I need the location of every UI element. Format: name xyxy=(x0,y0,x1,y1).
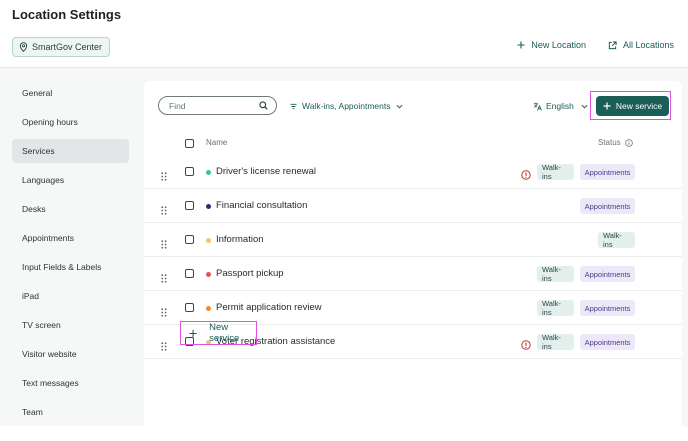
sidebar-item-label: Appointments xyxy=(22,233,74,243)
drag-handle-icon[interactable] xyxy=(161,202,167,220)
new-location-button[interactable]: New Location xyxy=(517,40,586,50)
sidebar-item-label: Visitor website xyxy=(22,349,77,359)
filter-icon xyxy=(290,103,297,109)
sidebar-item-input-fields[interactable]: Input Fields & Labels xyxy=(12,255,129,279)
page-title: Location Settings xyxy=(12,7,122,22)
sidebar-item-ipad[interactable]: iPad xyxy=(12,284,129,308)
map-pin-icon xyxy=(19,42,28,52)
external-link-icon xyxy=(608,40,617,49)
appointments-badge: Appointments xyxy=(580,164,635,180)
new-service-button[interactable]: New service xyxy=(596,96,669,116)
sidebar-item-team[interactable]: Team xyxy=(12,400,129,424)
drag-handle-icon[interactable] xyxy=(161,304,167,322)
drag-handle-icon[interactable] xyxy=(161,168,167,186)
sidebar-item-desks[interactable]: Desks xyxy=(12,197,129,221)
row-checkbox[interactable] xyxy=(185,269,194,278)
service-name[interactable]: Information xyxy=(216,234,264,245)
appointments-badge: Appointments xyxy=(580,334,635,350)
sidebar-item-text-messages[interactable]: Text messages xyxy=(12,371,129,395)
select-all-checkbox[interactable] xyxy=(185,139,194,148)
location-chip-label: SmartGov Center xyxy=(32,42,103,52)
sidebar-item-label: Desks xyxy=(22,204,46,214)
sidebar-item-general[interactable]: General xyxy=(12,81,129,105)
service-name[interactable]: Permit application review xyxy=(216,302,322,313)
top-bar: Location Settings SmartGov Center New Lo… xyxy=(0,0,688,68)
appointments-badge: Appointments xyxy=(580,198,635,214)
walk-ins-badge: Walk-ins xyxy=(537,299,574,317)
row-checkbox[interactable] xyxy=(185,167,194,176)
sidebar-item-label: General xyxy=(22,88,53,98)
translate-icon xyxy=(533,102,542,110)
language-label: English xyxy=(546,101,574,111)
sidebar-item-label: Input Fields & Labels xyxy=(22,262,102,272)
row-checkbox[interactable] xyxy=(185,201,194,210)
sidebar-item-label: Team xyxy=(22,407,43,417)
sidebar-item-label: iPad xyxy=(22,291,40,301)
warning-icon[interactable] xyxy=(521,337,531,355)
walk-ins-badge: Walk-ins xyxy=(598,231,635,249)
sidebar-item-appointments[interactable]: Appointments xyxy=(12,226,129,250)
add-service-label: New service xyxy=(209,322,240,344)
walk-ins-badge: Walk-ins xyxy=(537,265,574,283)
all-locations-link[interactable]: All Locations xyxy=(608,40,674,50)
table-row[interactable]: Permit application review Walk-ins Appoint… xyxy=(144,291,682,325)
plus-icon xyxy=(517,41,525,49)
service-name[interactable]: Financial consultation xyxy=(216,200,307,211)
new-service-label: New service xyxy=(615,101,663,111)
add-service-row-button[interactable]: New service xyxy=(180,321,257,345)
table-row[interactable]: Financial consultation Appointments xyxy=(144,189,682,223)
filter-label: Walk-ins, Appointments xyxy=(302,101,391,111)
status-filter-dropdown[interactable]: Walk-ins, Appointments xyxy=(290,101,403,111)
service-color-dot xyxy=(206,204,211,209)
service-color-dot xyxy=(206,238,211,243)
service-name[interactable]: Driver's license renewal xyxy=(216,166,316,177)
drag-handle-icon[interactable] xyxy=(161,236,167,254)
column-header-name: Name xyxy=(206,138,228,147)
services-card: Walk-ins, Appointments English New servi… xyxy=(144,81,682,441)
language-dropdown[interactable]: English xyxy=(533,101,588,111)
search-icon[interactable] xyxy=(259,101,268,110)
all-locations-label: All Locations xyxy=(622,40,674,50)
table-row[interactable]: Driver's license renewal Walk-ins Appointm… xyxy=(144,155,682,189)
new-location-label: New Location xyxy=(531,40,586,50)
sidebar-item-tv-screen[interactable]: TV screen xyxy=(12,313,129,337)
service-name[interactable]: Passport pickup xyxy=(216,268,284,279)
plus-icon xyxy=(603,102,611,110)
main-content: Walk-ins, Appointments English New servi… xyxy=(142,68,688,441)
walk-ins-badge: Walk-ins xyxy=(537,333,574,351)
settings-sidebar: General Opening hours Services Languages… xyxy=(0,68,142,426)
sidebar-item-label: Services xyxy=(22,146,55,156)
plus-icon xyxy=(189,329,197,337)
sidebar-item-services[interactable]: Services xyxy=(12,139,129,163)
appointments-badge: Appointments xyxy=(580,266,635,282)
table-row[interactable]: Passport pickup Walk-ins Appointments xyxy=(144,257,682,291)
sidebar-item-label: Languages xyxy=(22,175,65,185)
sidebar-item-label: Opening hours xyxy=(22,117,78,127)
service-color-dot xyxy=(206,272,211,277)
column-header-status: Status xyxy=(598,138,633,147)
sidebar-item-opening-hours[interactable]: Opening hours xyxy=(12,110,129,134)
drag-handle-icon[interactable] xyxy=(161,338,167,356)
column-header-status-label: Status xyxy=(598,138,621,147)
walk-ins-badge: Walk-ins xyxy=(537,163,574,181)
chevron-down-icon xyxy=(581,104,588,109)
location-chip[interactable]: SmartGov Center xyxy=(12,37,111,57)
drag-handle-icon[interactable] xyxy=(161,270,167,288)
service-color-dot xyxy=(206,170,211,175)
table-row[interactable]: Information Walk-ins xyxy=(144,223,682,257)
sidebar-item-visitor-website[interactable]: Visitor website xyxy=(12,342,129,366)
sidebar-item-languages[interactable]: Languages xyxy=(12,168,129,192)
sidebar-item-label: Text messages xyxy=(22,378,79,388)
service-color-dot xyxy=(206,306,211,311)
chevron-down-icon xyxy=(396,104,402,109)
row-checkbox[interactable] xyxy=(185,303,194,312)
appointments-badge: Appointments xyxy=(580,300,635,316)
info-icon[interactable] xyxy=(624,138,633,147)
sidebar-item-label: TV screen xyxy=(22,320,61,330)
warning-icon[interactable] xyxy=(521,167,531,185)
row-checkbox[interactable] xyxy=(185,235,194,244)
